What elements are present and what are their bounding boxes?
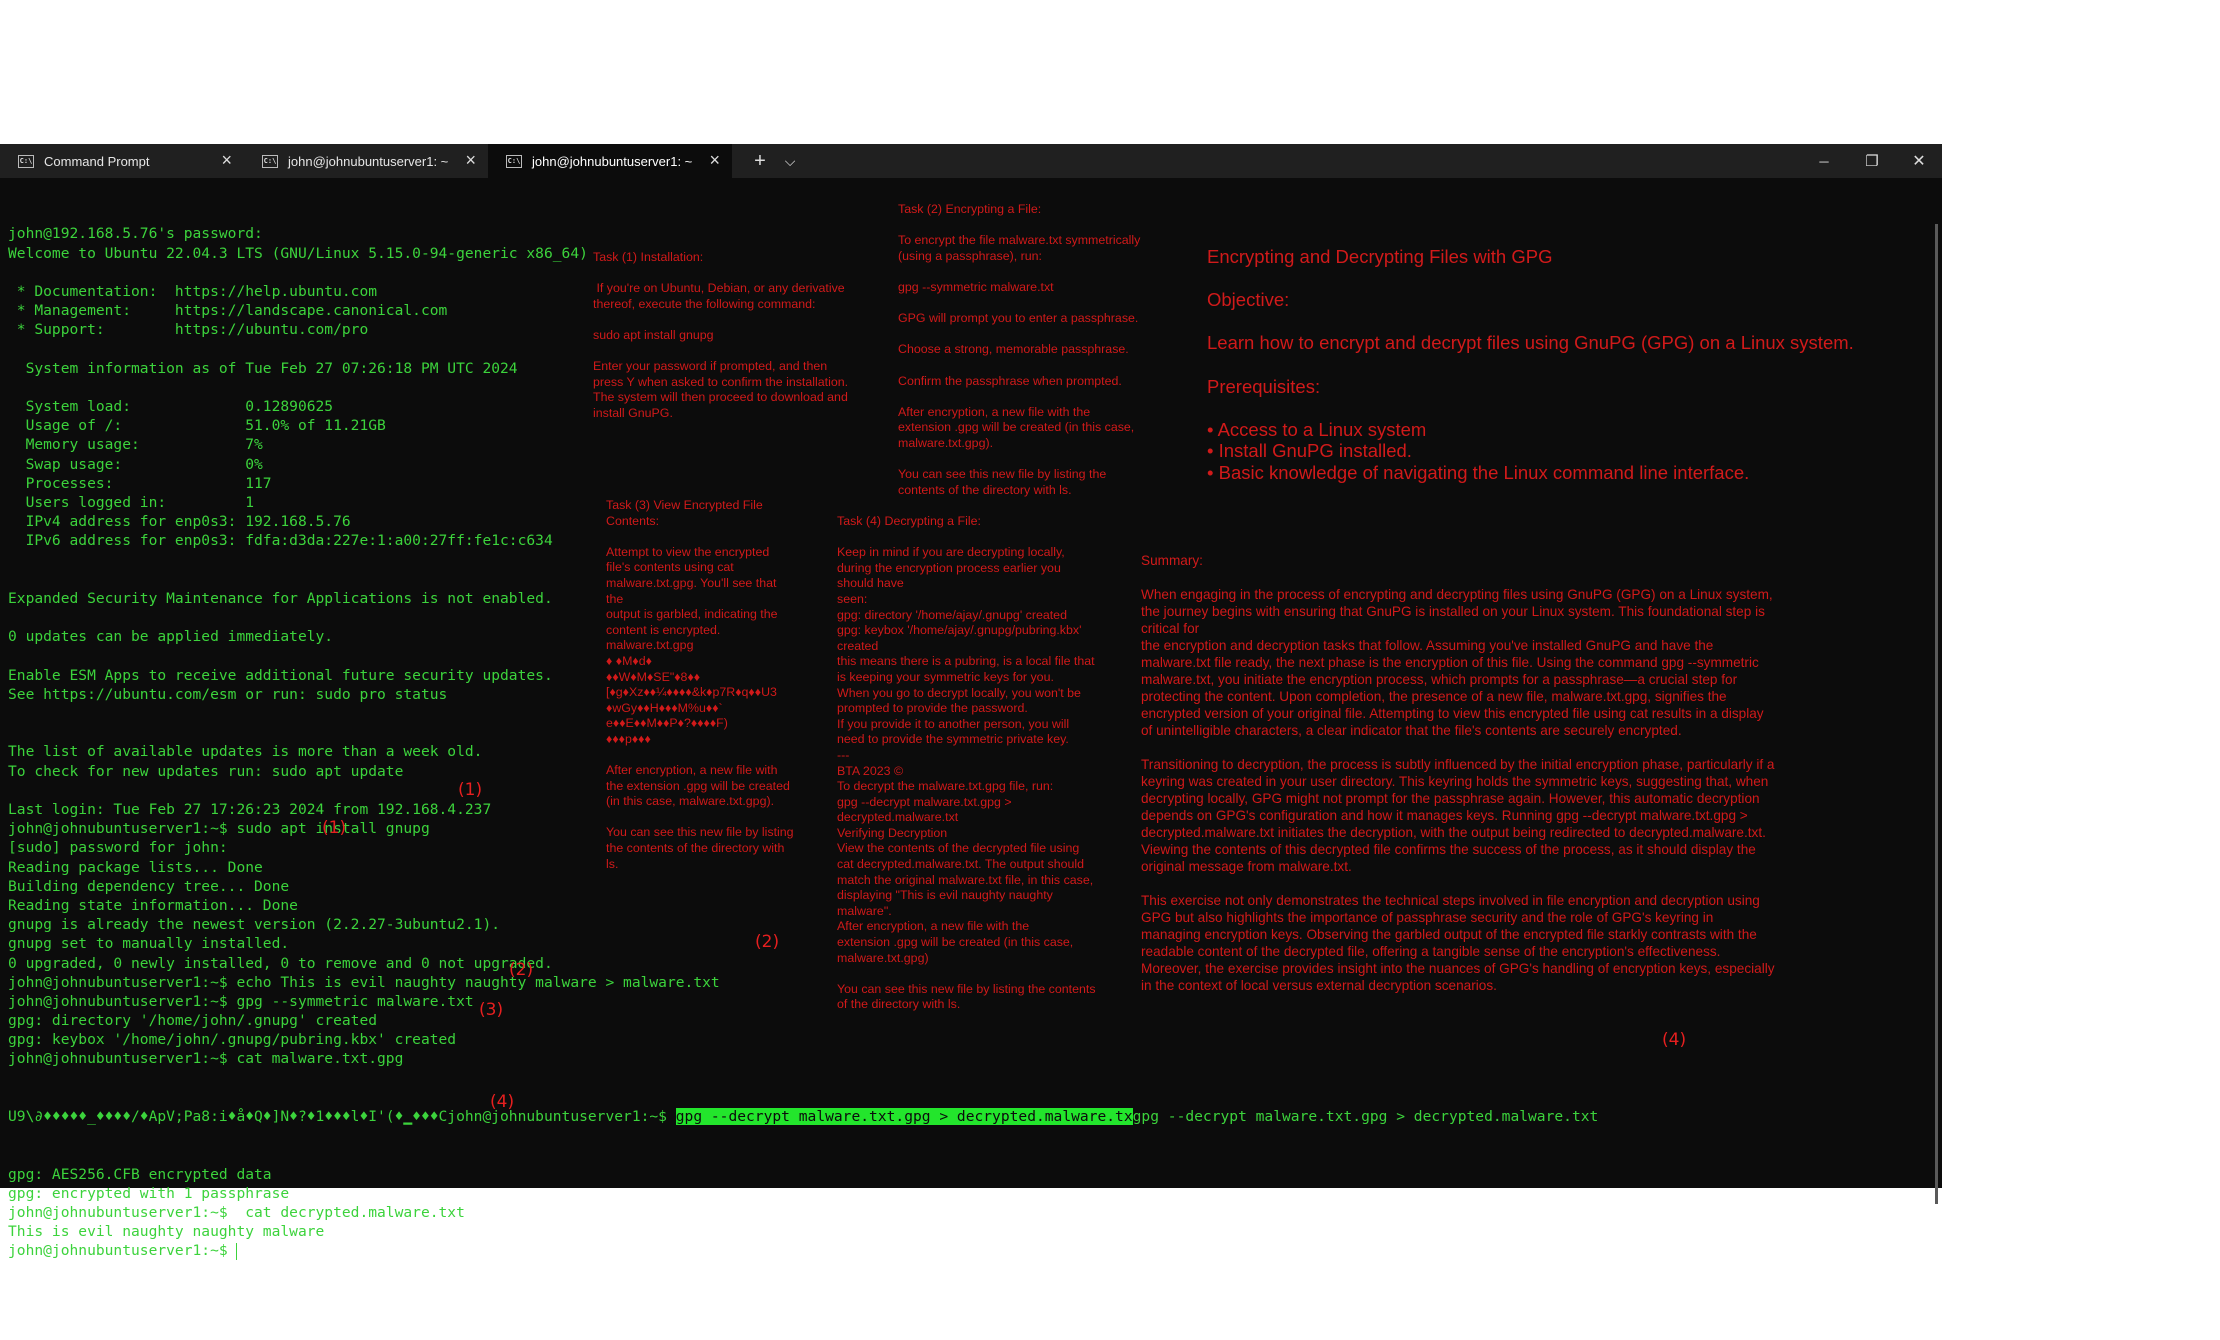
tab-ssh-session-2[interactable]: C:\ john@johnubuntuserver1: ~ × bbox=[488, 144, 732, 178]
new-tab-button[interactable]: + bbox=[746, 144, 774, 178]
annotation-marker: (3) bbox=[479, 1000, 504, 1020]
terminal-line: gpg: directory '/home/john/.gnupg' creat… bbox=[8, 1012, 378, 1030]
annotation-marker: (4) bbox=[1662, 1030, 1687, 1050]
terminal-line: gpg: keybox '/home/john/.gnupg/pubring.k… bbox=[8, 1031, 457, 1049]
terminal-line-text: john@johnubuntuserver1:~$ bbox=[8, 1242, 237, 1260]
terminal-line-text: john@johnubuntuserver1:~$ cat decrypted.… bbox=[8, 1204, 465, 1222]
tab-close-icon[interactable]: × bbox=[221, 150, 232, 171]
terminal-line: This is evil naughty naughty malware bbox=[8, 1222, 1888, 1241]
tab-ssh-session-1[interactable]: C:\ john@johnubuntuserver1: ~ × bbox=[244, 144, 488, 178]
command-text: gpg --decrypt malware.txt.gpg > decrypte… bbox=[1132, 1108, 1599, 1126]
terminal-icon: C:\ bbox=[262, 154, 278, 168]
annotation-marker: (1) bbox=[322, 818, 347, 838]
scrollbar[interactable] bbox=[1935, 224, 1938, 1204]
terminal-line: gpg: AES256.CFB encrypted data bbox=[8, 1165, 1888, 1184]
note-task-encrypting: Task (2) Encrypting a File: To encrypt t… bbox=[898, 202, 1141, 497]
restore-button[interactable]: ❐ bbox=[1848, 144, 1896, 178]
terminal-line: john@johnubuntuserver1:~$ bbox=[8, 1241, 1888, 1260]
tab-label: Command Prompt bbox=[44, 153, 150, 169]
tab-command-prompt[interactable]: C:\ Command Prompt × bbox=[0, 144, 245, 178]
tab-dropdown-button[interactable]: ⌵ bbox=[778, 144, 802, 178]
terminal-line-decrypt: U9\∂♦♦♦♦♦_♦♦♦♦/♦ApV;Pa8:i♦å♦Q♦]N♦?♦1♦♦♦l… bbox=[8, 1107, 1888, 1126]
close-button[interactable]: ✕ bbox=[1896, 144, 1942, 178]
annotation-marker: (4) bbox=[490, 1092, 515, 1112]
tab-label: john@johnubuntuserver1: ~ bbox=[288, 153, 449, 169]
note-summary: Summary: When engaging in the process of… bbox=[1141, 553, 1775, 993]
minimize-button[interactable]: ─ bbox=[1800, 144, 1848, 178]
annotation-marker: (1) bbox=[458, 780, 483, 800]
cmd-icon: C:\ bbox=[18, 154, 34, 168]
text-cursor bbox=[236, 1242, 238, 1260]
tab-bar: C:\ Command Prompt × C:\ john@johnubuntu… bbox=[0, 144, 1942, 178]
garbled-output: U9\∂♦♦♦♦♦_♦♦♦♦/♦ApV;Pa8:i♦å♦Q♦]N♦?♦1♦♦♦l… bbox=[8, 1108, 676, 1126]
annotation-marker: (2) bbox=[509, 960, 534, 980]
terminal-line: john@johnubuntuserver1:~$ cat malware.tx… bbox=[8, 1050, 404, 1068]
terminal-icon: C:\ bbox=[506, 154, 522, 168]
terminal-line-text: gpg: encrypted with 1 passphrase bbox=[8, 1184, 290, 1202]
annotation-marker: (2) bbox=[755, 932, 780, 952]
terminal-line: john@johnubuntuserver1:~$ cat decrypted.… bbox=[8, 1203, 1888, 1222]
tab-close-icon[interactable]: × bbox=[709, 150, 720, 171]
selected-text: gpg --decrypt malware.txt.gpg > decrypte… bbox=[675, 1108, 1133, 1126]
terminal-line: gpg: encrypted with 1 passphrase bbox=[8, 1184, 1888, 1203]
note-heading-objective: Encrypting and Decrypting Files with GPG… bbox=[1207, 246, 1854, 483]
terminal-window: C:\ Command Prompt × C:\ john@johnubuntu… bbox=[0, 144, 1942, 1260]
note-task-decrypting: Task (4) Decrypting a File: Keep in mind… bbox=[837, 514, 1096, 1012]
terminal-line-text: This is evil naughty naughty malware bbox=[8, 1223, 325, 1241]
terminal-line-text: gpg: AES256.CFB encrypted data bbox=[8, 1165, 272, 1183]
note-task-view-encrypted: Task (3) View Encrypted File Contents: A… bbox=[606, 498, 794, 871]
tab-label: john@johnubuntuserver1: ~ bbox=[532, 153, 693, 169]
tab-close-icon[interactable]: × bbox=[465, 150, 476, 171]
note-task-installation: Task (1) Installation: If you're on Ubun… bbox=[593, 250, 849, 420]
